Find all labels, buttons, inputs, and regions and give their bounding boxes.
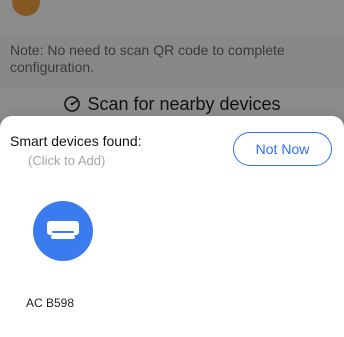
device-item[interactable]: AC B598: [26, 201, 106, 311]
sheet-subtitle: (Click to Add): [28, 153, 106, 168]
air-conditioner-icon: [33, 201, 93, 261]
device-name: AC B598: [26, 296, 75, 310]
not-now-button[interactable]: Not Now: [233, 132, 332, 166]
devices-found-sheet: Smart devices found: (Click to Add) Not …: [0, 116, 344, 337]
sheet-title: Smart devices found:: [10, 133, 142, 149]
